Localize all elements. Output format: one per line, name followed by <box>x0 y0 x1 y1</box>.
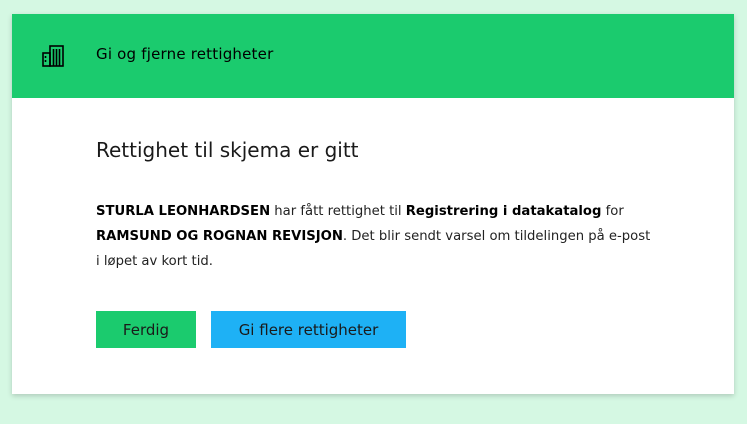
confirmation-title: Rettighet til skjema er gitt <box>96 138 359 162</box>
service-name: Registrering i datakatalog <box>405 204 602 219</box>
message-text-2: for <box>601 204 624 219</box>
done-button[interactable]: Ferdig <box>96 311 196 348</box>
rights-modal: Gi og fjerne rettigheter Rettighet til s… <box>12 14 734 394</box>
modal-actions: Ferdig Gi flere rettigheter <box>96 311 406 348</box>
message-text-1: har fått rettighet til <box>270 204 406 219</box>
give-more-rights-button[interactable]: Gi flere rettigheter <box>211 311 406 348</box>
organization-name: RAMSUND OG ROGNAN REVISJON <box>96 229 343 244</box>
modal-header: Gi og fjerne rettigheter <box>12 14 734 98</box>
modal-content: Rettighet til skjema er gitt STURLA LEON… <box>96 134 656 274</box>
confirmation-message: STURLA LEONHARDSEN har fått rettighet ti… <box>96 199 656 274</box>
person-name: STURLA LEONHARDSEN <box>96 204 271 219</box>
building-icon <box>41 43 67 69</box>
modal-header-title: Gi og fjerne rettigheter <box>96 45 274 63</box>
